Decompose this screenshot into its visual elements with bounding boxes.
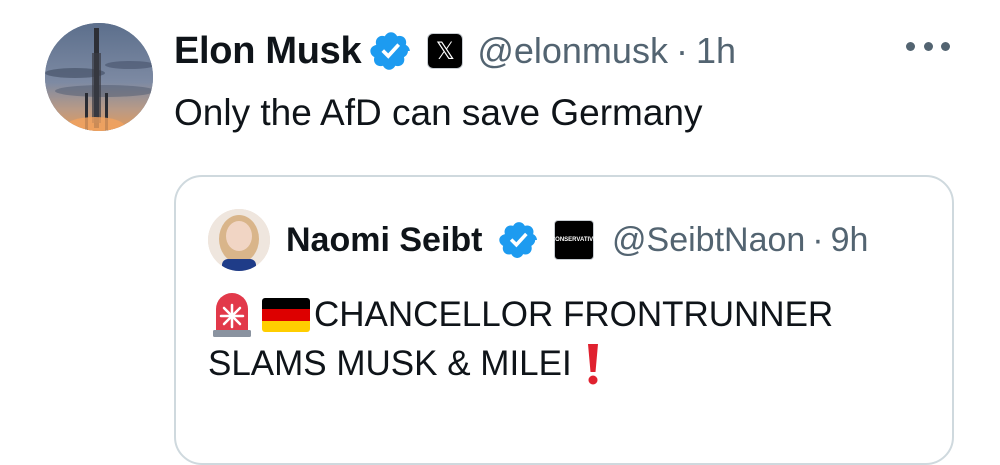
- verified-badge-icon[interactable]: [498, 219, 540, 261]
- quoted-text-line-2: SLAMS MUSK & MILEI: [208, 342, 600, 386]
- separator-dot: ·: [675, 30, 688, 71]
- quoted-author-avatar[interactable]: [208, 209, 270, 271]
- siren-icon: [213, 293, 251, 337]
- conservative-affiliation-icon[interactable]: CONSERVATIVE: [550, 220, 598, 260]
- portrait-image: [208, 209, 270, 271]
- quoted-tweet-header: Naomi Seibt CONSERVATIVE @SeibtNaon · 9h: [286, 215, 868, 265]
- verified-badge-icon[interactable]: [369, 29, 413, 73]
- germany-flag-icon: [262, 298, 310, 332]
- quoted-text-line-1-text: CHANCELLOR FRONTRUNNER: [314, 295, 834, 334]
- tweet-timestamp[interactable]: 1h: [696, 30, 736, 72]
- affiliation-label: CONSERVATIVE: [550, 237, 598, 243]
- x-affiliation-icon[interactable]: 𝕏: [427, 33, 464, 69]
- quoted-text-line-1: CHANCELLOR FRONTRUNNER: [208, 291, 833, 339]
- author-handle[interactable]: @elonmusk: [477, 30, 668, 72]
- tweet-text: Only the AfD can save Germany: [174, 92, 703, 133]
- author-name[interactable]: Elon Musk: [174, 30, 362, 73]
- author-avatar[interactable]: [45, 23, 153, 131]
- more-dot: [906, 41, 915, 51]
- quoted-tweet-card[interactable]: Naomi Seibt CONSERVATIVE @SeibtNaon · 9h: [174, 175, 954, 465]
- quoted-author-name[interactable]: Naomi Seibt: [286, 221, 494, 260]
- tweet-header: Elon Musk 𝕏 @elonmusk · 1h: [174, 26, 736, 76]
- rocket-launch-image: [45, 23, 153, 131]
- separator-dot: ·: [812, 220, 824, 259]
- more-options-icon[interactable]: [906, 34, 950, 58]
- quoted-tweet-timestamp[interactable]: 9h: [831, 221, 869, 260]
- quoted-author-handle[interactable]: @SeibtNaon: [612, 221, 805, 260]
- more-dot: [923, 41, 933, 51]
- more-dot: [941, 41, 950, 51]
- affiliation-label: 𝕏: [435, 37, 455, 65]
- exclamation-icon: [587, 344, 598, 385]
- quoted-text-line-2-text: SLAMS MUSK & MILEI: [208, 344, 572, 383]
